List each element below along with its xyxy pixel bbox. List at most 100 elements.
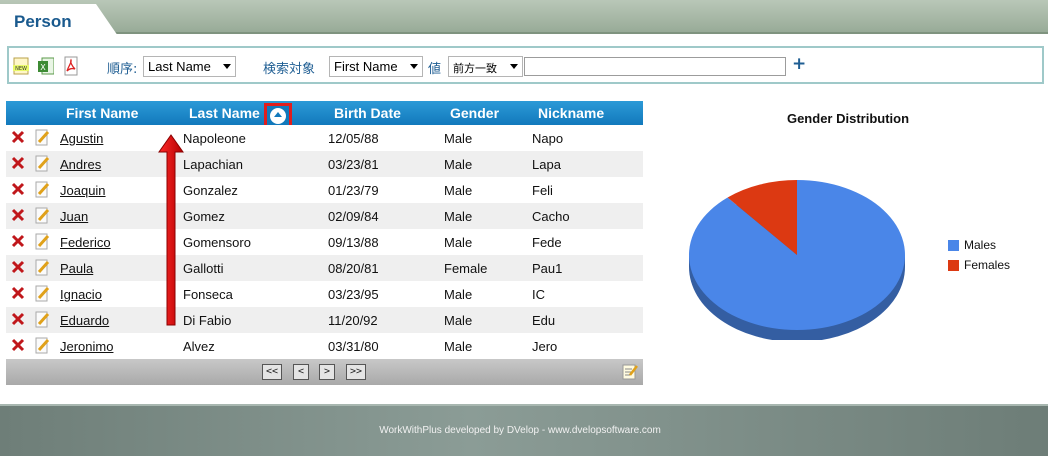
first-name-link[interactable]: Ignacio [60, 287, 102, 302]
search-target-label: 検索対象 [263, 62, 316, 77]
legend-label-males: Males [964, 238, 997, 252]
match-select-value: 前方一致 [453, 63, 497, 75]
delete-icon[interactable] [11, 208, 25, 222]
gender-pie-chart [689, 180, 905, 340]
birth-date-cell: 11/20/92 [328, 313, 378, 328]
edit-icon[interactable] [35, 259, 50, 276]
legend-swatch-males [948, 240, 959, 251]
svg-text:X: X [40, 63, 46, 72]
gender-cell: Male [444, 209, 473, 224]
birth-date-cell: 03/23/95 [328, 287, 379, 302]
chevron-down-icon [223, 64, 231, 69]
first-name-link[interactable]: Jeronimo [60, 339, 113, 354]
person-grid: First Name Last Name Birth Date Gender N… [6, 101, 643, 385]
delete-icon[interactable] [11, 260, 25, 274]
next-page-button[interactable]: > [319, 364, 335, 380]
nickname-cell: Cacho [532, 209, 570, 224]
table-row: Ignacio Fonseca 03/23/95 Male IC [6, 281, 643, 307]
gender-cell: Male [444, 183, 473, 198]
nickname-cell: Lapa [532, 157, 561, 172]
last-name-cell: Gallotti [183, 261, 224, 276]
birth-date-cell: 08/20/81 [328, 261, 379, 276]
edit-icon[interactable] [35, 337, 50, 354]
grid-body: Agustin Napoleone 12/05/88 Male Napo And… [6, 125, 643, 359]
footer-credit: WorkWithPlus developed by DVelop - www.d… [379, 425, 661, 436]
search-target-select[interactable]: First Name [329, 56, 423, 77]
last-name-cell: Gomensoro [183, 235, 251, 250]
gender-cell: Male [444, 131, 473, 146]
page-footer: WorkWithPlus developed by DVelop - www.d… [0, 404, 1048, 456]
table-row: Joaquin Gonzalez 01/23/79 Male Feli [6, 177, 643, 203]
search-input[interactable] [524, 57, 786, 76]
table-row: Andres Lapachian 03/23/81 Male Lapa [6, 151, 643, 177]
gender-cell: Male [444, 287, 473, 302]
grid-settings-icon[interactable] [622, 363, 638, 380]
birth-date-cell: 03/23/81 [328, 157, 379, 172]
gender-cell: Male [444, 157, 473, 172]
birth-date-cell: 12/05/88 [328, 131, 379, 146]
delete-icon[interactable] [11, 286, 25, 300]
delete-icon[interactable] [11, 338, 25, 352]
match-select[interactable]: 前方一致 [448, 56, 523, 77]
first-name-link[interactable]: Juan [60, 209, 88, 224]
first-name-link[interactable]: Andres [60, 157, 101, 172]
add-filter-button[interactable]: + [792, 54, 806, 74]
first-name-link[interactable]: Agustin [60, 131, 103, 146]
edit-icon[interactable] [35, 233, 50, 250]
first-name-link[interactable]: Joaquin [60, 183, 106, 198]
col-first-name[interactable]: First Name [66, 105, 138, 121]
first-name-link[interactable]: Eduardo [60, 313, 109, 328]
last-name-cell: Alvez [183, 339, 215, 354]
nickname-cell: IC [532, 287, 545, 302]
sort-ascending-icon[interactable] [270, 108, 286, 124]
edit-icon[interactable] [35, 285, 50, 302]
legend-label-females: Females [964, 258, 1011, 272]
top-bar: Person [0, 0, 1048, 36]
delete-icon[interactable] [11, 312, 25, 326]
nickname-cell: Edu [532, 313, 556, 328]
pdf-icon[interactable] [63, 56, 79, 76]
nickname-cell: Pau1 [532, 261, 563, 276]
order-label: 順序: [107, 62, 138, 77]
chart-title: Gender Distribution [786, 111, 910, 126]
tab-person[interactable]: Person [0, 4, 118, 36]
prev-page-button[interactable]: < [293, 364, 309, 380]
gender-cell: Male [444, 313, 473, 328]
col-last-name[interactable]: Last Name [189, 105, 260, 121]
first-page-button[interactable]: << [262, 364, 282, 380]
chart-legend: Males Females [948, 238, 1010, 278]
edit-icon[interactable] [35, 207, 50, 224]
birth-date-cell: 01/23/79 [328, 183, 379, 198]
legend-item-females: Females [948, 258, 1010, 278]
gender-cell: Male [444, 235, 473, 250]
col-birth-date[interactable]: Birth Date [334, 105, 401, 121]
edit-icon[interactable] [35, 311, 50, 328]
last-name-cell: Di Fabio [183, 313, 232, 328]
delete-icon[interactable] [11, 234, 25, 248]
table-row: Agustin Napoleone 12/05/88 Male Napo [6, 125, 643, 151]
grid-pager: << < > >> [6, 359, 643, 385]
delete-icon[interactable] [11, 156, 25, 170]
chevron-down-icon [510, 64, 518, 69]
legend-item-males: Males [948, 238, 1010, 258]
nickname-cell: Fede [532, 235, 562, 250]
birth-date-cell: 03/31/80 [328, 339, 379, 354]
excel-icon[interactable]: X [38, 56, 54, 76]
col-nickname[interactable]: Nickname [538, 105, 604, 121]
first-name-link[interactable]: Federico [60, 235, 111, 250]
person-page: Person NEW X 順序: Last Name 検索対象 First Na… [0, 0, 1048, 456]
edit-icon[interactable] [35, 181, 50, 198]
col-gender[interactable]: Gender [450, 105, 499, 121]
gender-cell: Male [444, 339, 473, 354]
last-page-button[interactable]: >> [346, 364, 366, 380]
delete-icon[interactable] [11, 182, 25, 196]
table-row: Jeronimo Alvez 03/31/80 Male Jero [6, 333, 643, 359]
last-name-cell: Fonseca [183, 287, 233, 302]
order-select[interactable]: Last Name [143, 56, 236, 77]
new-icon[interactable]: NEW [13, 56, 29, 76]
delete-icon[interactable] [11, 130, 25, 144]
first-name-link[interactable]: Paula [60, 261, 93, 276]
table-row: Paula Gallotti 08/20/81 Female Pau1 [6, 255, 643, 281]
edit-icon[interactable] [35, 155, 50, 172]
edit-icon[interactable] [35, 129, 50, 146]
